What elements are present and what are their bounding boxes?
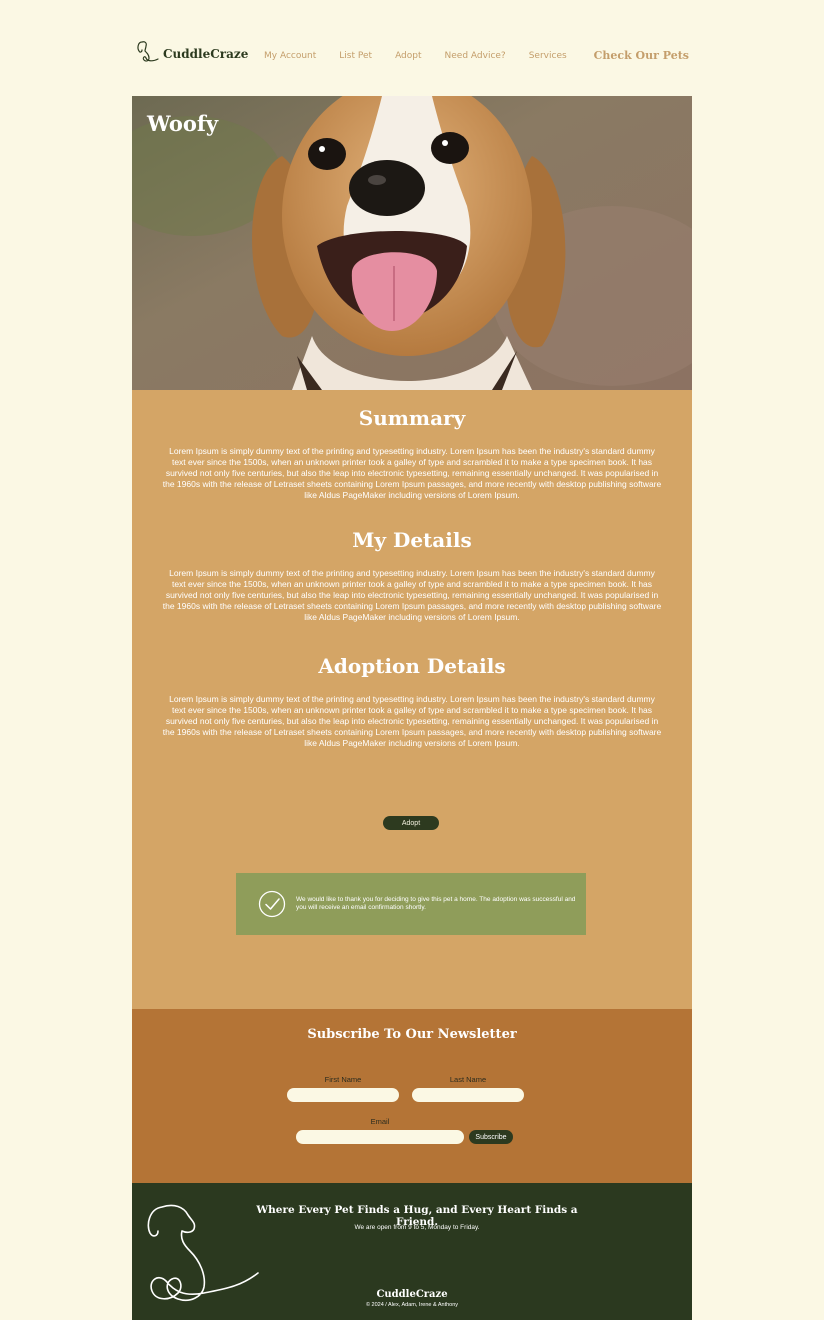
summary-text: Lorem Ipsum is simply dummy text of the … [162,446,662,500]
email-label: Email [370,1117,390,1126]
first-name-label: First Name [324,1075,362,1084]
newsletter-section: Subscribe To Our Newsletter First Name L… [132,1009,692,1183]
adopt-button[interactable]: Adopt [383,816,439,830]
nav-adopt[interactable]: Adopt [395,51,421,61]
footer-brand: CuddleCraze [376,1289,448,1300]
toast-message: We would like to thank you for deciding … [296,895,576,912]
adoption-details-text: Lorem Ipsum is simply dummy text of the … [162,694,662,748]
pet-details-panel: Summary Lorem Ipsum is simply dummy text… [132,390,692,1010]
summary-title: Summary [358,406,466,430]
last-name-field[interactable] [412,1088,524,1102]
main-nav: My Account List Pet Adopt Need Advice? S… [264,51,590,61]
my-details-section: My Details Lorem Ipsum is simply dummy t… [132,528,692,623]
check-circle-icon [258,890,286,918]
email-field[interactable] [296,1130,464,1144]
check-our-pets-link[interactable]: Check Our Pets [594,49,689,62]
adoption-details-section: Adoption Details Lorem Ipsum is simply d… [132,654,692,749]
adoption-details-title: Adoption Details [318,654,506,678]
dog-logo-icon [137,41,159,62]
site-header: CuddleCraze My Account List Pet Adopt Ne… [0,0,824,96]
site-footer: Where Every Pet Finds a Hug, and Every H… [132,1183,692,1320]
last-name-label: Last Name [449,1075,487,1084]
newsletter-title: Subscribe To Our Newsletter [307,1027,517,1042]
logo-text: CuddleCraze [163,47,249,61]
nav-services[interactable]: Services [529,51,567,61]
opening-hours: We are open from 9 to 5, Monday to Frida… [354,1224,480,1231]
logo[interactable]: CuddleCraze [136,38,248,64]
pet-name: Woofy [147,111,219,136]
beagle-photo [132,96,692,390]
nav-list-pet[interactable]: List Pet [339,51,372,61]
nav-my-account[interactable]: My Account [264,51,316,61]
subscribe-button[interactable]: Subscribe [469,1130,513,1144]
my-details-title: My Details [352,528,472,552]
adoption-success-toast: We would like to thank you for deciding … [236,873,586,935]
summary-section: Summary Lorem Ipsum is simply dummy text… [132,406,692,501]
pet-hero-image: Woofy [132,96,692,390]
copyright: © 2024 / Alex, Adam, Irene & Anthony [365,1302,459,1308]
first-name-field[interactable] [287,1088,399,1102]
my-details-text: Lorem Ipsum is simply dummy text of the … [162,568,662,622]
nav-need-advice[interactable]: Need Advice? [445,51,506,61]
